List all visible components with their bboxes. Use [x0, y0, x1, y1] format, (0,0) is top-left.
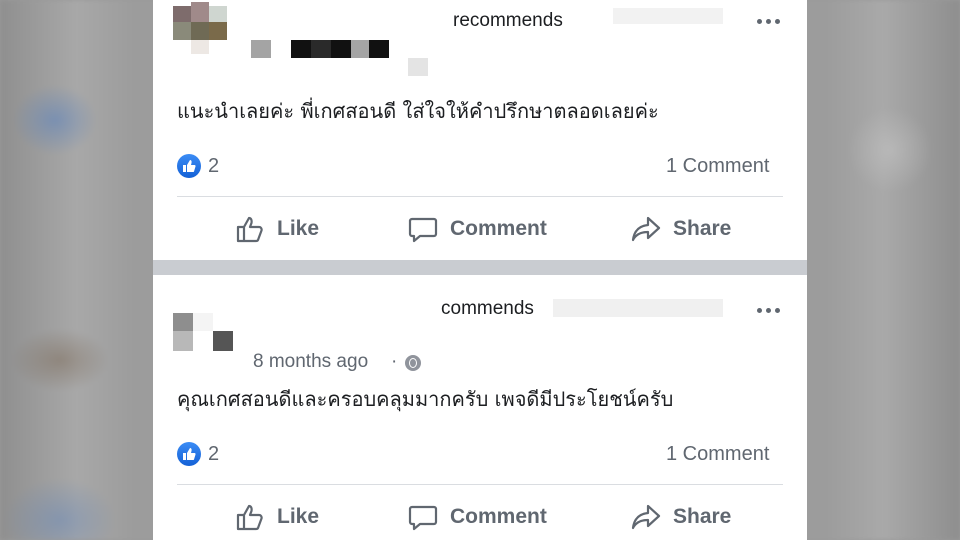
like-button[interactable]: Like	[235, 209, 319, 249]
share-button[interactable]: Share	[631, 497, 731, 537]
comment-button[interactable]: Comment	[408, 209, 547, 249]
recommendation-card: commends 8 months ago · คุณเกศสอนดีและคร…	[153, 275, 807, 540]
more-icon[interactable]	[753, 14, 783, 28]
comment-icon	[408, 505, 438, 531]
recommendation-card: recommends แนะนำเลยค่ะ พี่เกศสอนดี ใส่ใจ…	[153, 0, 807, 260]
divider	[177, 484, 783, 485]
recommends-text: recommends	[453, 10, 563, 31]
post-body: คุณเกศสอนดีและครอบคลุมมากครับ เพจดีมีประ…	[177, 387, 674, 411]
dot-separator: ·	[391, 351, 398, 372]
like-label: Like	[277, 505, 320, 528]
like-button[interactable]: Like	[235, 497, 319, 537]
comment-icon	[408, 217, 438, 243]
post-body: แนะนำเลยค่ะ พี่เกศสอนดี ใส่ใจให้คำปรึกษา…	[177, 99, 659, 123]
share-icon	[631, 504, 661, 530]
globe-icon	[405, 355, 421, 371]
recommends-text: commends	[441, 298, 534, 319]
comment-button[interactable]: Comment	[408, 497, 547, 537]
share-button[interactable]: Share	[631, 209, 731, 249]
more-icon[interactable]	[753, 303, 783, 317]
reaction-count[interactable]: 2	[208, 443, 219, 466]
comment-count[interactable]: 1 Comment	[666, 443, 769, 466]
page-name-redacted	[613, 8, 723, 24]
divider	[177, 196, 783, 197]
share-icon	[631, 216, 661, 242]
page-name-redacted	[553, 299, 723, 317]
facebook-recommendations-feed: recommends แนะนำเลยค่ะ พี่เกศสอนดี ใส่ใจ…	[153, 0, 807, 540]
share-label: Share	[673, 217, 732, 240]
reaction-count[interactable]: 2	[208, 155, 219, 178]
share-label: Share	[673, 505, 732, 528]
like-reaction-icon	[177, 154, 201, 178]
comment-label: Comment	[450, 505, 547, 528]
like-icon	[236, 216, 263, 243]
like-reaction-icon	[177, 442, 201, 466]
comment-label: Comment	[450, 217, 547, 240]
comment-count[interactable]: 1 Comment	[666, 155, 769, 178]
like-icon	[236, 504, 263, 531]
like-label: Like	[277, 217, 320, 240]
post-timestamp[interactable]: 8 months ago	[253, 351, 368, 373]
